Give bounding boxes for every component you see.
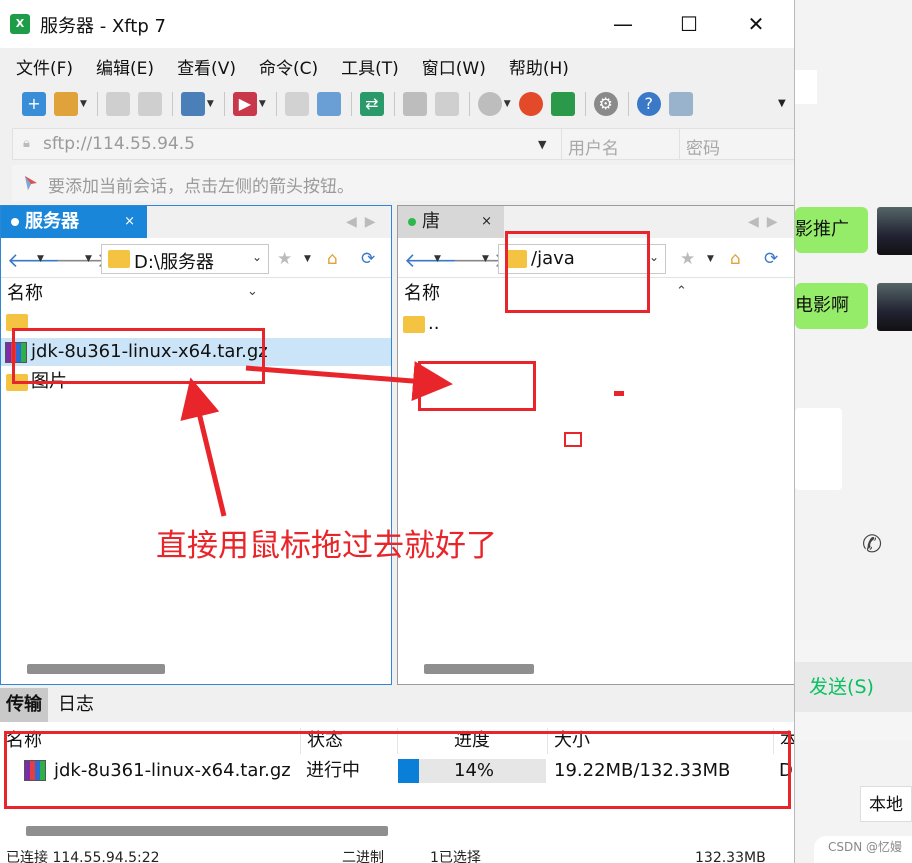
annotation-arrows [180, 361, 453, 517]
pointer-arrow [180, 377, 227, 517]
annotation-text: 直接用鼠标拖过去就好了 [156, 528, 497, 564]
drag-arrow [245, 361, 453, 401]
